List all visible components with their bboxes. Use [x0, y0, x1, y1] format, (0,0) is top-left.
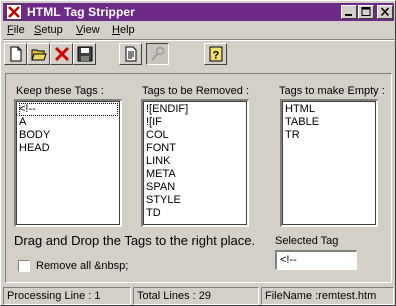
- new-document-icon: [10, 46, 22, 62]
- selected-tag-field[interactable]: <!--: [275, 250, 357, 270]
- empty-tags-label: Tags to make Empty :: [279, 85, 385, 97]
- tools-icon: [151, 46, 165, 61]
- minimize-icon: [345, 14, 352, 16]
- maximize-button[interactable]: [358, 5, 374, 19]
- menu-setup[interactable]: Setup: [34, 24, 63, 36]
- list-item[interactable]: SPAN: [146, 181, 245, 194]
- menu-file[interactable]: File: [7, 24, 25, 36]
- window-title: HTML Tag Stripper: [27, 5, 135, 19]
- list-item[interactable]: <!--: [19, 103, 118, 116]
- view-button[interactable]: [119, 43, 142, 65]
- title-bar[interactable]: HTML Tag Stripper: [3, 3, 394, 21]
- list-item[interactable]: ![ENDIF]: [146, 103, 245, 116]
- app-window: HTML Tag Stripper File Setup View Help ?…: [0, 0, 396, 306]
- list-item[interactable]: TR: [285, 129, 374, 142]
- status-filename: FileName :remtest.htm: [261, 287, 394, 305]
- menu-help[interactable]: Help: [112, 24, 135, 36]
- list-item[interactable]: HEAD: [19, 142, 118, 155]
- keep-tags-label: Keep these Tags :: [16, 85, 104, 97]
- menu-bar: File Setup View Help: [3, 22, 394, 39]
- save-button[interactable]: [73, 43, 96, 65]
- list-item[interactable]: LINK: [146, 155, 245, 168]
- list-item[interactable]: COL: [146, 129, 245, 142]
- list-item[interactable]: META: [146, 168, 245, 181]
- selected-tag-label: Selected Tag: [275, 235, 339, 247]
- list-item[interactable]: BODY: [19, 129, 118, 142]
- delete-button[interactable]: [50, 43, 73, 65]
- list-item[interactable]: HTML: [285, 103, 374, 116]
- status-total-lines: Total Lines : 29: [133, 287, 259, 305]
- help-question-icon: ?: [209, 46, 223, 62]
- minimize-button[interactable]: [341, 5, 357, 19]
- save-disk-icon: [77, 46, 93, 62]
- menu-separator: [3, 39, 394, 41]
- open-folder-icon: [31, 49, 47, 61]
- list-item[interactable]: STYLE: [146, 194, 245, 207]
- close-button[interactable]: [377, 5, 393, 19]
- maximize-icon: [361, 7, 371, 16]
- list-item[interactable]: TABLE: [285, 116, 374, 129]
- svg-text:?: ?: [213, 50, 220, 62]
- keep-tags-list[interactable]: <!-- A BODY HEAD: [14, 99, 122, 227]
- app-x-icon: [6, 4, 22, 20]
- help-button[interactable]: ?: [204, 43, 227, 65]
- new-button[interactable]: [4, 43, 27, 65]
- tools-button[interactable]: [146, 43, 169, 65]
- remove-nbsp-checkbox[interactable]: [18, 260, 30, 272]
- status-processing-line: Processing Line : 1: [3, 287, 131, 305]
- list-item[interactable]: FONT: [146, 142, 245, 155]
- delete-x-icon: [54, 46, 70, 62]
- menu-view[interactable]: View: [76, 24, 100, 36]
- view-document-icon: [125, 46, 137, 62]
- list-item[interactable]: TD: [146, 207, 245, 220]
- list-item[interactable]: A: [19, 116, 118, 129]
- remove-tags-label: Tags to be Removed :: [142, 85, 250, 97]
- list-item[interactable]: ![IF: [146, 116, 245, 129]
- open-button[interactable]: [27, 43, 50, 65]
- drag-drop-instruction: Drag and Drop the Tags to the right plac…: [14, 233, 256, 248]
- remove-nbsp-label[interactable]: Remove all &nbsp;: [36, 260, 128, 272]
- empty-tags-list[interactable]: HTML TABLE TR: [280, 99, 378, 227]
- close-icon: [380, 7, 390, 17]
- remove-tags-list[interactable]: ![ENDIF] ![IF COL FONT LINK META SPAN ST…: [141, 99, 249, 227]
